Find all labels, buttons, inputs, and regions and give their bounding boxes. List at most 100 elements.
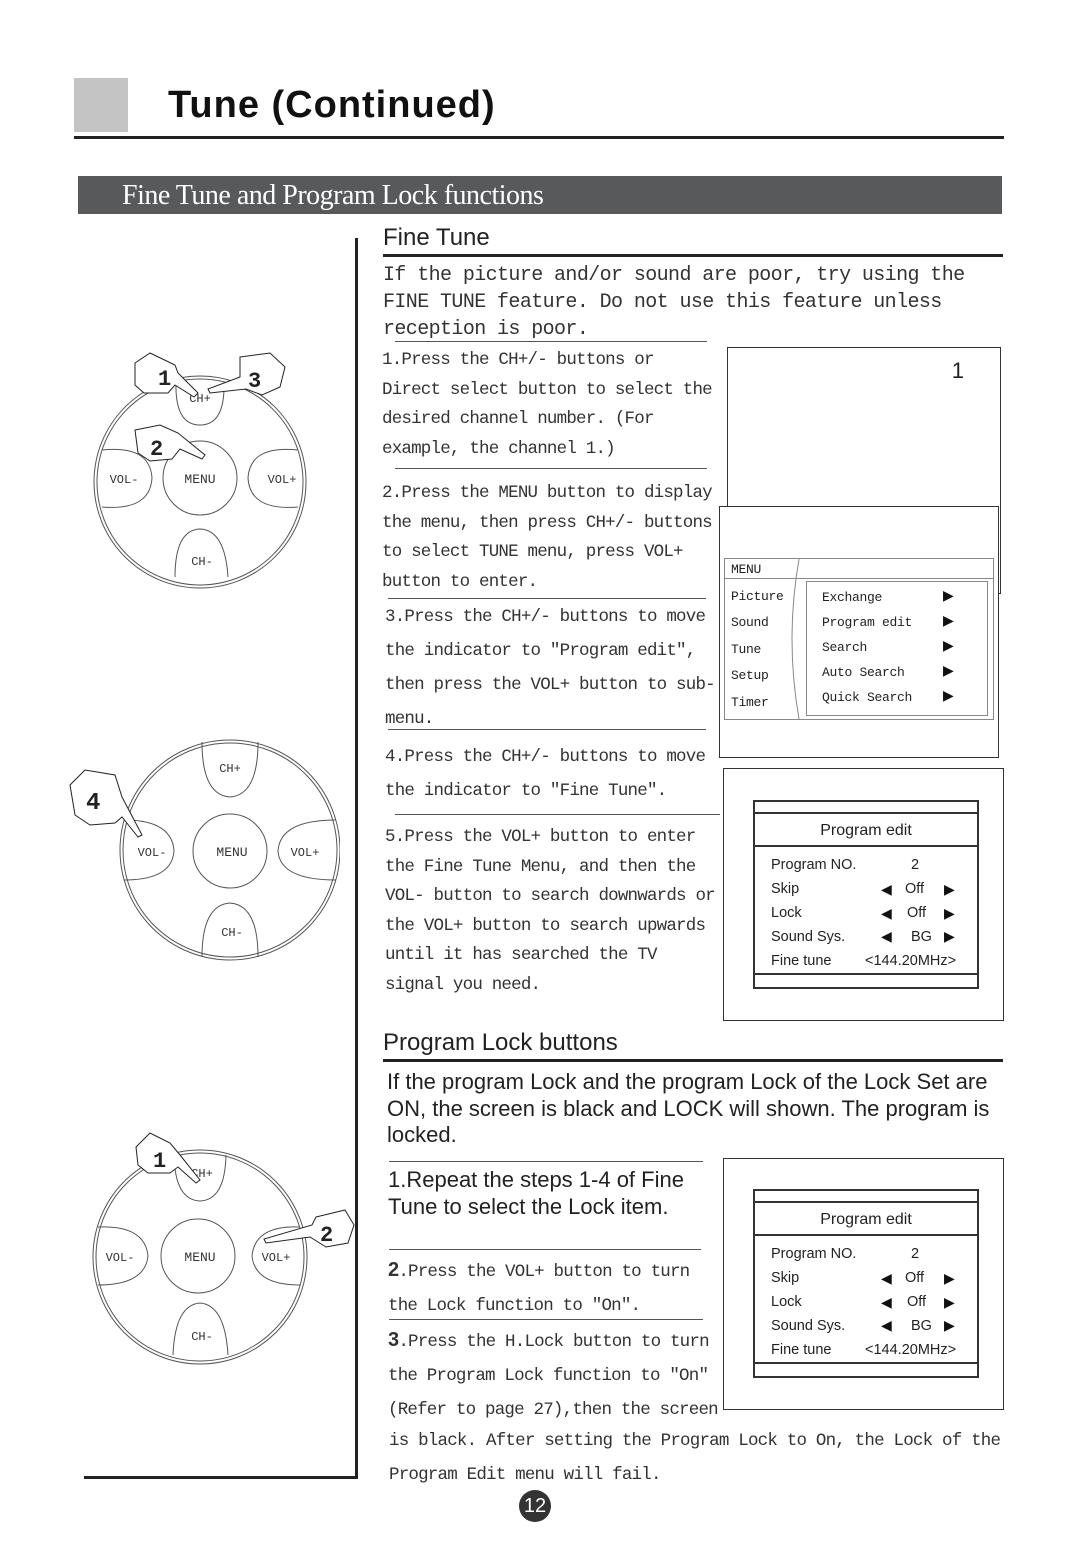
row-value-sound-sys[interactable]: BG — [911, 1318, 932, 1334]
menu-item-setup[interactable]: Setup — [731, 668, 769, 683]
row-label-sound-sys: Sound Sys. — [771, 1318, 846, 1334]
menu-curve-divider — [791, 559, 800, 719]
row-label-sound-sys: Sound Sys. — [771, 929, 846, 945]
divider — [395, 341, 707, 342]
fine-tune-step-3: 3.Press the CH+/- buttons to move the in… — [385, 607, 716, 729]
program-edit-title: Program edit — [820, 1211, 912, 1228]
fine-tune-step-2: 2.Press the MENU button to display the m… — [382, 483, 713, 592]
vol-minus-label: VOL- — [138, 846, 167, 860]
triangle-right-icon[interactable]: ▶ — [944, 1271, 955, 1288]
step-number: 1 — [153, 1149, 166, 1174]
row-value-skip[interactable]: Off — [905, 1270, 924, 1286]
triangle-left-icon[interactable]: ◀ — [881, 1318, 892, 1335]
header-rule — [74, 136, 1004, 139]
triangle-left-icon[interactable]: ◀ — [881, 1295, 892, 1312]
menu-label: MENU — [184, 472, 215, 487]
step-3-number: 3 — [388, 1329, 399, 1351]
ch-plus-label: CH+ — [219, 762, 241, 776]
fine-tune-heading: Fine Tune — [383, 224, 490, 251]
bottom-left-rule — [84, 1476, 358, 1479]
triangle-right-icon[interactable]: ▶ — [944, 882, 955, 899]
fine-tune-step-5: 5.Press the VOL+ button to enter the Fin… — [385, 827, 716, 995]
divider — [388, 598, 706, 599]
divider — [389, 1249, 701, 1250]
row-label-skip: Skip — [771, 881, 800, 897]
step-number: 1 — [158, 367, 171, 392]
triangle-right-icon[interactable]: ▶ — [944, 1318, 955, 1335]
pointing-hand-icon: 1 — [135, 1132, 201, 1184]
remote-diagram-3: CH+ MENU VOL- VOL+ CH- 1 2 — [92, 1132, 355, 1365]
submenu-item-quick-search[interactable]: Quick Search — [822, 690, 912, 705]
program-lock-step-2: 2.Press the VOL+ button to turn the Lock… — [388, 1253, 708, 1323]
ch-minus-button[interactable] — [172, 1302, 229, 1356]
submenu-item-search[interactable]: Search — [822, 640, 867, 655]
menu-item-sound[interactable]: Sound — [731, 615, 769, 630]
step-2-number: 2 — [388, 1259, 399, 1281]
ch-minus-label: CH- — [191, 555, 213, 569]
program-lock-step-1: 1.Repeat the steps 1-4 of Fine Tune to s… — [388, 1167, 684, 1219]
row-value-fine-tune[interactable]: <144.20MHz> — [865, 1342, 956, 1358]
triangle-right-icon: ▶ — [943, 639, 954, 654]
program-edit-menu: Program edit Program NO. 2 Skip ◀ Off ▶ … — [753, 1189, 979, 1378]
section-band-title: Fine Tune and Program Lock functions — [122, 180, 544, 211]
row-label-program-no: Program NO. — [771, 857, 857, 873]
step-number: 3 — [248, 369, 261, 394]
triangle-left-icon[interactable]: ◀ — [881, 929, 892, 946]
row-label-skip: Skip — [771, 1270, 800, 1286]
triangle-right-icon: ▶ — [943, 589, 954, 604]
divider — [389, 1161, 703, 1162]
pointing-hand-icon: 1 — [134, 352, 199, 398]
tv-screen-program-edit: Program edit Program NO. 2 Skip ◀ Off ▶ … — [723, 768, 1004, 1021]
rule — [755, 1362, 977, 1364]
triangle-left-icon[interactable]: ◀ — [881, 882, 892, 899]
row-value-sound-sys[interactable]: BG — [911, 929, 932, 945]
program-lock-heading: Program Lock buttons — [383, 1029, 618, 1056]
rule — [755, 1201, 977, 1203]
ch-minus-label: CH- — [191, 1330, 213, 1344]
submenu-item-program-edit[interactable]: Program edit — [822, 615, 912, 630]
row-value-lock[interactable]: Off — [907, 905, 926, 921]
triangle-right-icon[interactable]: ▶ — [944, 906, 955, 923]
row-value-skip[interactable]: Off — [905, 881, 924, 897]
row-value-fine-tune[interactable]: <144.20MHz> — [865, 953, 956, 969]
vol-plus-label: VOL+ — [291, 846, 320, 860]
menu-label: MENU — [216, 845, 247, 860]
step-2-text: .Press the VOL+ button to turn the Lock … — [388, 1262, 690, 1316]
rule — [755, 1234, 977, 1236]
triangle-right-icon[interactable]: ▶ — [944, 1295, 955, 1312]
ch-minus-button[interactable] — [174, 528, 229, 578]
divider — [388, 729, 706, 730]
divider — [395, 468, 707, 469]
rule — [755, 973, 977, 975]
pointing-hand-icon: 3 — [207, 352, 286, 396]
fine-tune-heading-rule — [383, 254, 1003, 257]
menu-item-tune[interactable]: Tune — [731, 642, 761, 657]
divider — [395, 814, 720, 815]
menu-title: MENU — [731, 562, 762, 577]
vol-plus-label: VOL+ — [268, 473, 297, 487]
ch-minus-label: CH- — [221, 926, 243, 940]
divider — [389, 1319, 703, 1320]
triangle-left-icon[interactable]: ◀ — [881, 1271, 892, 1288]
page-number-badge: 12 — [519, 1490, 551, 1522]
step-3-text: .Press the H.Lock button to turn the Pro… — [388, 1332, 719, 1420]
rule — [755, 812, 977, 814]
row-value-lock[interactable]: Off — [907, 1294, 926, 1310]
program-lock-intro: If the program Lock and the program Lock… — [387, 1069, 990, 1147]
row-label-fine-tune: Fine tune — [771, 953, 832, 969]
triangle-right-icon[interactable]: ▶ — [944, 929, 955, 946]
triangle-left-icon[interactable]: ◀ — [881, 906, 892, 923]
submenu-item-auto-search[interactable]: Auto Search — [822, 665, 905, 680]
submenu-item-exchange[interactable]: Exchange — [822, 590, 882, 605]
triangle-right-icon: ▶ — [943, 664, 954, 679]
menu-item-timer[interactable]: Timer — [731, 695, 769, 710]
menu-item-picture[interactable]: Picture — [731, 589, 784, 604]
vol-plus-label: VOL+ — [262, 1251, 291, 1265]
program-edit-menu: Program edit Program NO. 2 Skip ◀ Off ▶ … — [753, 800, 979, 989]
remote-diagram-2: CH+ MENU VOL- VOL+ CH- 4 — [69, 739, 340, 961]
tv-screen-menu: MENU Picture Sound Tune Setup Timer Exch… — [719, 506, 999, 758]
row-value-program-no[interactable]: 2 — [911, 857, 919, 873]
row-value-program-no[interactable]: 2 — [911, 1246, 919, 1262]
triangle-right-icon: ▶ — [943, 689, 954, 704]
row-label-program-no: Program NO. — [771, 1246, 857, 1262]
